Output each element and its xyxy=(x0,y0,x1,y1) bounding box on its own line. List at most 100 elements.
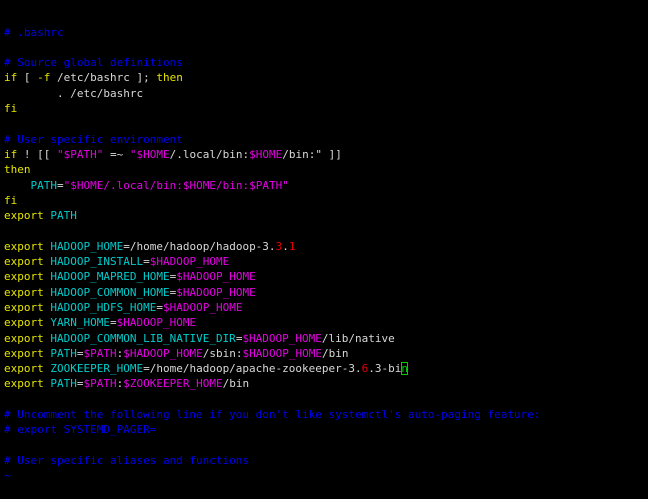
variable-text: $PATH" xyxy=(249,178,289,192)
editor-line[interactable]: PATH="$HOME/.local/bin:$HOME/bin:$PATH" xyxy=(4,178,648,193)
editor-line[interactable]: export YARN_HOME=$HADOOP_HOME xyxy=(4,315,648,330)
variable-text: $HADOOP_HOME xyxy=(149,255,230,269)
code-text: ! [[ xyxy=(17,147,57,161)
keyword-text: export xyxy=(4,239,44,253)
editor-line[interactable]: export PATH=$PATH:$HADOOP_HOME/sbin:$HAD… xyxy=(4,346,648,361)
empty-line-marker: ~ xyxy=(4,469,11,483)
identifier-text: HADOOP_HOME xyxy=(50,239,124,253)
comment-text: # User specific aliases and functions xyxy=(4,453,250,467)
keyword-text: export xyxy=(4,331,44,345)
identifier-text: PATH xyxy=(50,346,77,360)
number-text: 1 xyxy=(288,239,296,253)
code-text: /.local/bin: xyxy=(169,147,250,161)
variable-text: $HADOOP_HOME xyxy=(242,346,322,360)
identifier-text: HADOOP_HDFS_HOME xyxy=(50,300,157,314)
variable-text: $HADOOP_HOME xyxy=(123,346,203,360)
code-text: =/home/hadoop/apache-zookeeper-3. xyxy=(143,362,362,376)
identifier-text: ZOOKEEPER_HOME xyxy=(50,362,144,376)
editor-line[interactable]: ~ xyxy=(4,468,648,483)
comment-text: # Uncomment the following line if you do… xyxy=(4,408,541,422)
editor-line[interactable] xyxy=(4,438,648,453)
identifier-text: HADOOP_COMMON_HOME xyxy=(50,285,170,299)
terminal-editor[interactable]: # .bashrc # Source global definitions if … xyxy=(0,0,648,482)
variable-text: "$HOME xyxy=(129,147,170,161)
editor-line[interactable] xyxy=(4,116,648,131)
keyword-text: fi xyxy=(4,102,18,116)
code-text: /bin xyxy=(222,377,250,391)
editor-line[interactable]: export HADOOP_COMMON_HOME=$HADOOP_HOME xyxy=(4,285,648,300)
editor-line[interactable]: export PATH=$PATH:$ZOOKEEPER_HOME/bin xyxy=(4,376,648,391)
editor-line[interactable]: export HADOOP_MAPRED_HOME=$HADOOP_HOME xyxy=(4,269,648,284)
editor-line[interactable]: fi xyxy=(4,101,648,116)
editor-line[interactable]: export HADOOP_COMMON_LIB_NATIVE_DIR=$HAD… xyxy=(4,331,648,346)
code-text: [ xyxy=(17,71,38,85)
keyword-text: then xyxy=(4,163,31,177)
variable-text: $HOME xyxy=(249,147,283,161)
keyword-text: export xyxy=(4,300,44,314)
identifier-text: HADOOP_INSTALL xyxy=(50,255,144,269)
variable-text: "$PATH" xyxy=(57,147,104,161)
code-text: = xyxy=(57,178,64,192)
comment-text: # Source global definitions xyxy=(4,56,183,70)
variable-text: /.local/bin: xyxy=(103,178,183,192)
editor-line[interactable]: # export SYSTEMD_PAGER= xyxy=(4,422,648,437)
variable-text: $PATH xyxy=(83,346,117,360)
comment-text: # export SYSTEMD_PAGER= xyxy=(4,423,157,437)
variable-text: $HADOOP_HOME xyxy=(116,316,197,330)
editor-line[interactable]: . /etc/bashrc xyxy=(4,86,648,101)
identifier-text: HADOOP_MAPRED_HOME xyxy=(50,270,170,284)
editor-line[interactable]: export HADOOP_HOME=/home/hadoop/hadoop-3… xyxy=(4,239,648,254)
editor-line[interactable]: # .bashrc xyxy=(4,25,648,40)
keyword-text: export xyxy=(4,255,44,269)
code-text: . xyxy=(282,239,289,253)
code-text: /etc/bashrc ]; xyxy=(50,71,157,85)
identifier-text: YARN_HOME xyxy=(50,316,110,330)
code-text: = xyxy=(156,300,163,314)
keyword-text: export xyxy=(4,270,44,284)
code-text: /bin:" xyxy=(282,147,322,161)
code-text: = xyxy=(76,377,84,391)
identifier-text: HADOOP_COMMON_LIB_NATIVE_DIR xyxy=(50,331,236,345)
comment-text: # User specific environment xyxy=(4,132,183,146)
code-text: /lib/native xyxy=(321,331,395,345)
editor-line[interactable]: export HADOOP_HDFS_HOME=$HADOOP_HOME xyxy=(4,300,648,315)
identifier-text: PATH xyxy=(50,377,77,391)
keyword-text: export xyxy=(4,209,44,223)
editor-line[interactable]: export HADOOP_INSTALL=$HADOOP_HOME xyxy=(4,254,648,269)
keyword-text: if xyxy=(4,71,18,85)
keyword-text: fi xyxy=(4,193,18,207)
editor-line[interactable]: fi xyxy=(4,193,648,208)
editor-line[interactable]: then xyxy=(4,162,648,177)
editor-line[interactable] xyxy=(4,392,648,407)
keyword-text: -f xyxy=(37,71,51,85)
code-text: = xyxy=(76,346,84,360)
keyword-text: export xyxy=(4,362,44,376)
editor-line[interactable]: # Source global definitions xyxy=(4,55,648,70)
variable-text: $HADOOP_HOME xyxy=(176,270,256,284)
editor-line[interactable] xyxy=(4,223,648,238)
code-text: /sbin: xyxy=(202,346,243,360)
variable-text: $ZOOKEEPER_HOME xyxy=(123,377,223,391)
editor-line[interactable]: if [ -f /etc/bashrc ]; then xyxy=(4,70,648,85)
code-text: ]] xyxy=(321,147,342,161)
identifier-text: PATH xyxy=(30,178,58,192)
editor-line[interactable]: # User specific environment xyxy=(4,132,648,147)
editor-buffer[interactable]: # .bashrc # Source global definitions if … xyxy=(4,25,648,484)
editor-line[interactable] xyxy=(4,40,648,55)
variable-text: /bin: xyxy=(215,178,250,192)
text-cursor: n xyxy=(401,362,409,376)
comment-text: # .bashrc xyxy=(4,25,64,39)
variable-text: $PATH xyxy=(83,377,117,391)
keyword-text: export xyxy=(4,316,44,330)
keyword-text: export xyxy=(4,377,44,391)
editor-line[interactable]: # User specific aliases and functions xyxy=(4,453,648,468)
variable-text: $HADOOP_HOME xyxy=(176,285,256,299)
editor-line[interactable]: export PATH xyxy=(4,208,648,223)
variable-text: $HADOOP_HOME xyxy=(242,331,322,345)
editor-line[interactable]: # Uncomment the following line if you do… xyxy=(4,407,648,422)
editor-line[interactable]: if ! [[ "$PATH" =~ "$HOME/.local/bin:$HO… xyxy=(4,147,648,162)
variable-text: $HADOOP_HOME xyxy=(162,300,243,314)
code-text: = xyxy=(109,316,117,330)
editor-line[interactable]: export ZOOKEEPER_HOME=/home/hadoop/apach… xyxy=(4,361,648,376)
